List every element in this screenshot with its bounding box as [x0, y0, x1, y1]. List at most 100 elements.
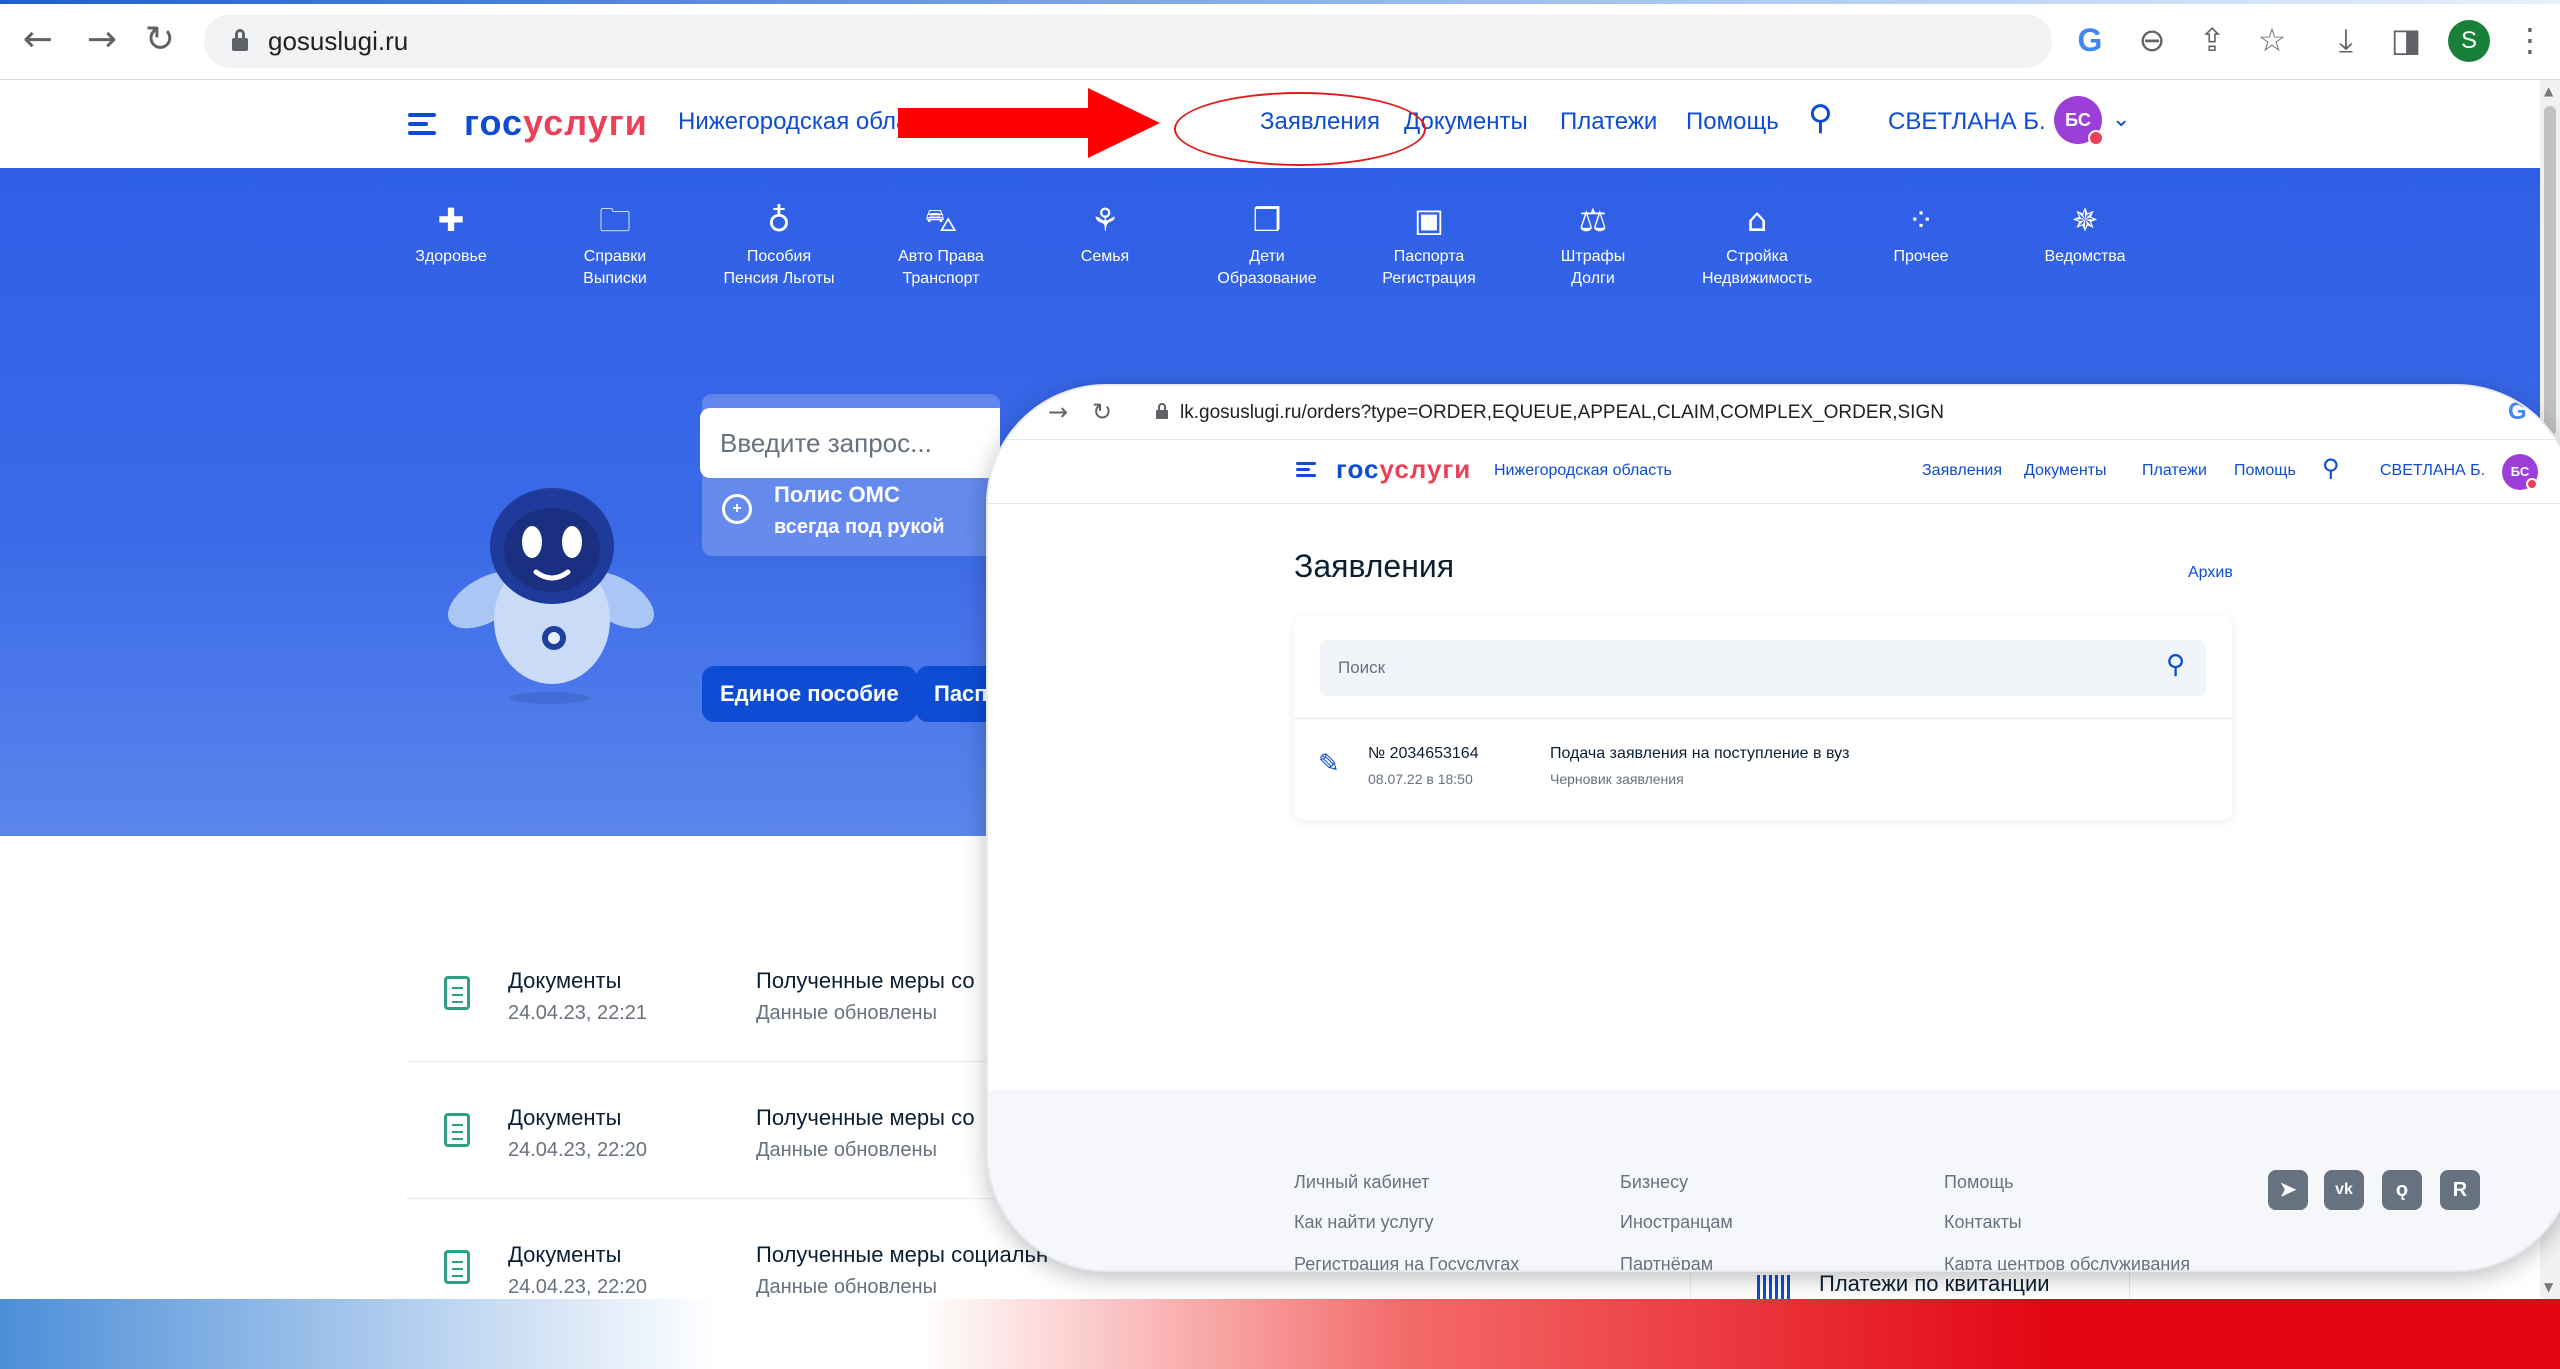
orders-card: Поиск ⚲ ✎ № 2034653164 08.07.22 в 18:50 … — [1294, 616, 2232, 820]
google-lens-icon[interactable]: G — [2508, 398, 2527, 426]
region-selector[interactable]: Нижегородская область — [1494, 462, 1672, 480]
bookmark-star-icon[interactable]: ☆ — [2250, 18, 2294, 62]
burger-menu-icon[interactable] — [408, 113, 436, 135]
notification-dot — [2526, 478, 2538, 490]
avatar-initials: БС — [2510, 464, 2530, 479]
payments-by-receipt-card[interactable]: Платежи по квитанции — [1690, 1270, 2130, 1299]
search-placeholder: Поиск — [1338, 658, 1386, 677]
user-name[interactable]: СВЕТЛАНА Б. — [2380, 462, 2485, 480]
forward-arrow-icon[interactable]: → — [1048, 398, 1068, 426]
feed-item-date: 24.04.23, 22:20 — [508, 1139, 648, 1161]
category-certificates[interactable]: 🗀 Справки Выписки — [540, 202, 690, 290]
footer-link[interactable]: Как найти услугу — [1294, 1212, 1434, 1233]
red-circle-annotation — [1174, 92, 1426, 166]
side-panel-icon[interactable]: ◨ — [2384, 18, 2428, 62]
archive-link[interactable]: Архив — [2188, 564, 2233, 582]
category-benefits[interactable]: ♁ Пособия Пенсия Льготы — [704, 202, 854, 290]
nav-link-payments[interactable]: Платежи — [1560, 108, 1657, 136]
back-arrow-icon[interactable]: ← — [16, 18, 60, 62]
document-icon — [444, 976, 470, 1010]
scroll-up-arrow-icon[interactable]: ▲ — [2544, 84, 2553, 98]
nav-link-documents[interactable]: Документы — [2024, 462, 2106, 480]
oms-policy-card[interactable]: + Полис ОМС всегда под рукой — [702, 468, 1000, 556]
order-status: Черновик заявления — [1550, 771, 1684, 787]
search-icon[interactable]: ⚲ — [1808, 98, 1833, 138]
category-label: Здоровье — [415, 248, 487, 265]
category-health[interactable]: ✚ Здоровье — [376, 202, 526, 268]
plus-cross-icon: ✚ — [437, 201, 465, 239]
category-departments[interactable]: ✵ Ведомства — [2010, 202, 2160, 268]
share-icon[interactable]: ⇪ — [2190, 18, 2234, 62]
address-bar[interactable]: gosuslugi.ru — [204, 14, 2052, 68]
document-icon — [444, 1250, 470, 1284]
telegram-icon[interactable]: ➤ — [2268, 1170, 2308, 1210]
footer-link[interactable]: Контакты — [1944, 1212, 2022, 1233]
oms-line-1: Полис ОМС — [774, 482, 900, 507]
vk-icon[interactable]: vk — [2324, 1170, 2364, 1210]
nav-link-help[interactable]: Помощь — [2234, 462, 2296, 480]
category-other[interactable]: ⁘ Прочее — [1846, 202, 1996, 268]
footer-link[interactable]: Иностранцам — [1620, 1212, 1733, 1233]
google-lens-icon[interactable]: G — [2068, 18, 2112, 62]
feed-item-title: Документы — [508, 968, 622, 993]
house-icon: ⌂ — [1746, 201, 1768, 239]
region-selector[interactable]: Нижегородская обла — [678, 108, 909, 136]
panel-address-url[interactable]: lk.gosuslugi.ru/orders?type=ORDER,EQUEUE… — [1180, 402, 1944, 424]
lock-icon — [232, 29, 248, 51]
feed-item-status: Данные обновлены — [756, 1139, 937, 1161]
category-auto[interactable]: ⛍ Авто Права Транспорт — [866, 202, 1016, 290]
passport-icon: ▣ — [1413, 201, 1445, 239]
category-passports[interactable]: ▣ Паспорта Регистрация — [1354, 202, 1504, 290]
gosuslugi-logo[interactable]: госуслуги — [1336, 454, 1471, 485]
ok-icon[interactable]: ǫ — [2382, 1170, 2422, 1210]
orders-search-input[interactable]: Поиск ⚲ — [1320, 640, 2206, 696]
order-row[interactable]: ✎ № 2034653164 08.07.22 в 18:50 Подача з… — [1294, 719, 2232, 820]
zoomed-orders-page: → ↻ lk.gosuslugi.ru/orders?type=ORDER,EQ… — [986, 384, 2560, 1272]
user-avatar[interactable]: БС — [2054, 96, 2104, 146]
reload-icon[interactable]: ↻ — [1092, 398, 1112, 426]
feed-item-title: Документы — [508, 1105, 622, 1130]
download-icon[interactable]: ⤓ — [2324, 18, 2368, 62]
category-construction[interactable]: ⌂ Стройка Недвижимость — [1682, 202, 1832, 290]
footer-link[interactable]: Бизнесу — [1620, 1172, 1688, 1193]
footer-link[interactable]: Помощь — [1944, 1172, 2014, 1193]
gosuslugi-logo[interactable]: госуслуги — [464, 102, 648, 144]
nav-link-help[interactable]: Помощь — [1686, 108, 1779, 136]
user-avatar[interactable]: БС — [2502, 454, 2538, 490]
forward-arrow-icon[interactable]: → — [80, 18, 124, 62]
reload-icon[interactable]: ↻ — [138, 18, 182, 62]
footer-link[interactable]: Партнёрам — [1620, 1254, 1713, 1270]
order-number: № 2034653164 — [1368, 745, 1479, 762]
scroll-down-arrow-icon[interactable]: ▼ — [2544, 1280, 2553, 1294]
rutube-icon[interactable]: R — [2440, 1170, 2480, 1210]
search-icon[interactable]: ⚲ — [2166, 650, 2185, 680]
chevron-down-icon[interactable]: ⌄ — [2112, 106, 2130, 132]
chip-passport[interactable]: Пасп — [916, 666, 986, 722]
burger-menu-icon[interactable] — [1296, 462, 1316, 478]
payments-by-receipt-label: Платежи по квитанции — [1819, 1271, 2050, 1296]
main-search-input[interactable]: Введите запрос... — [700, 408, 1000, 478]
search-icon[interactable]: ⚲ — [2322, 454, 2340, 483]
category-label: Штрафы — [1560, 248, 1626, 265]
feed-item-description: Полученные меры со — [756, 968, 975, 993]
nav-link-applications[interactable]: Заявления — [1922, 462, 2002, 480]
pencil-edit-icon: ✎ — [1318, 749, 1340, 779]
browser-toolbar: ← → ↻ gosuslugi.ru G ⊖ ⇪ ☆ ⤓ ◨ S ⋮ — [0, 0, 2560, 80]
chip-unified-benefit[interactable]: Единое пособие — [702, 666, 917, 722]
zoom-out-icon[interactable]: ⊖ — [2130, 18, 2174, 62]
category-children[interactable]: ❒ Дети Образование — [1192, 202, 1342, 290]
kebab-menu-icon[interactable]: ⋮ — [2508, 18, 2552, 62]
feed-item-date: 24.04.23, 22:21 — [508, 1002, 648, 1024]
category-label-2: Долги — [1571, 270, 1615, 287]
footer-link[interactable]: Регистрация на Госуслугах — [1294, 1254, 1519, 1270]
feed-item-description: Полученные меры со — [756, 1105, 975, 1130]
category-fines[interactable]: ⚖ Штрафы Долги — [1518, 202, 1668, 290]
panel-browser-toolbar: → ↻ lk.gosuslugi.ru/orders?type=ORDER,EQ… — [988, 386, 2560, 440]
oms-line-2: всегда под рукой — [774, 516, 945, 538]
category-family[interactable]: ⚘ Семья — [1030, 202, 1180, 268]
footer-link[interactable]: Личный кабинет — [1294, 1172, 1429, 1193]
profile-avatar[interactable]: S — [2448, 20, 2490, 62]
user-name[interactable]: СВЕТЛАНА Б. — [1888, 108, 2046, 136]
nav-link-payments[interactable]: Платежи — [2142, 462, 2207, 480]
footer-link[interactable]: Карта центров обслуживания — [1944, 1254, 2190, 1270]
